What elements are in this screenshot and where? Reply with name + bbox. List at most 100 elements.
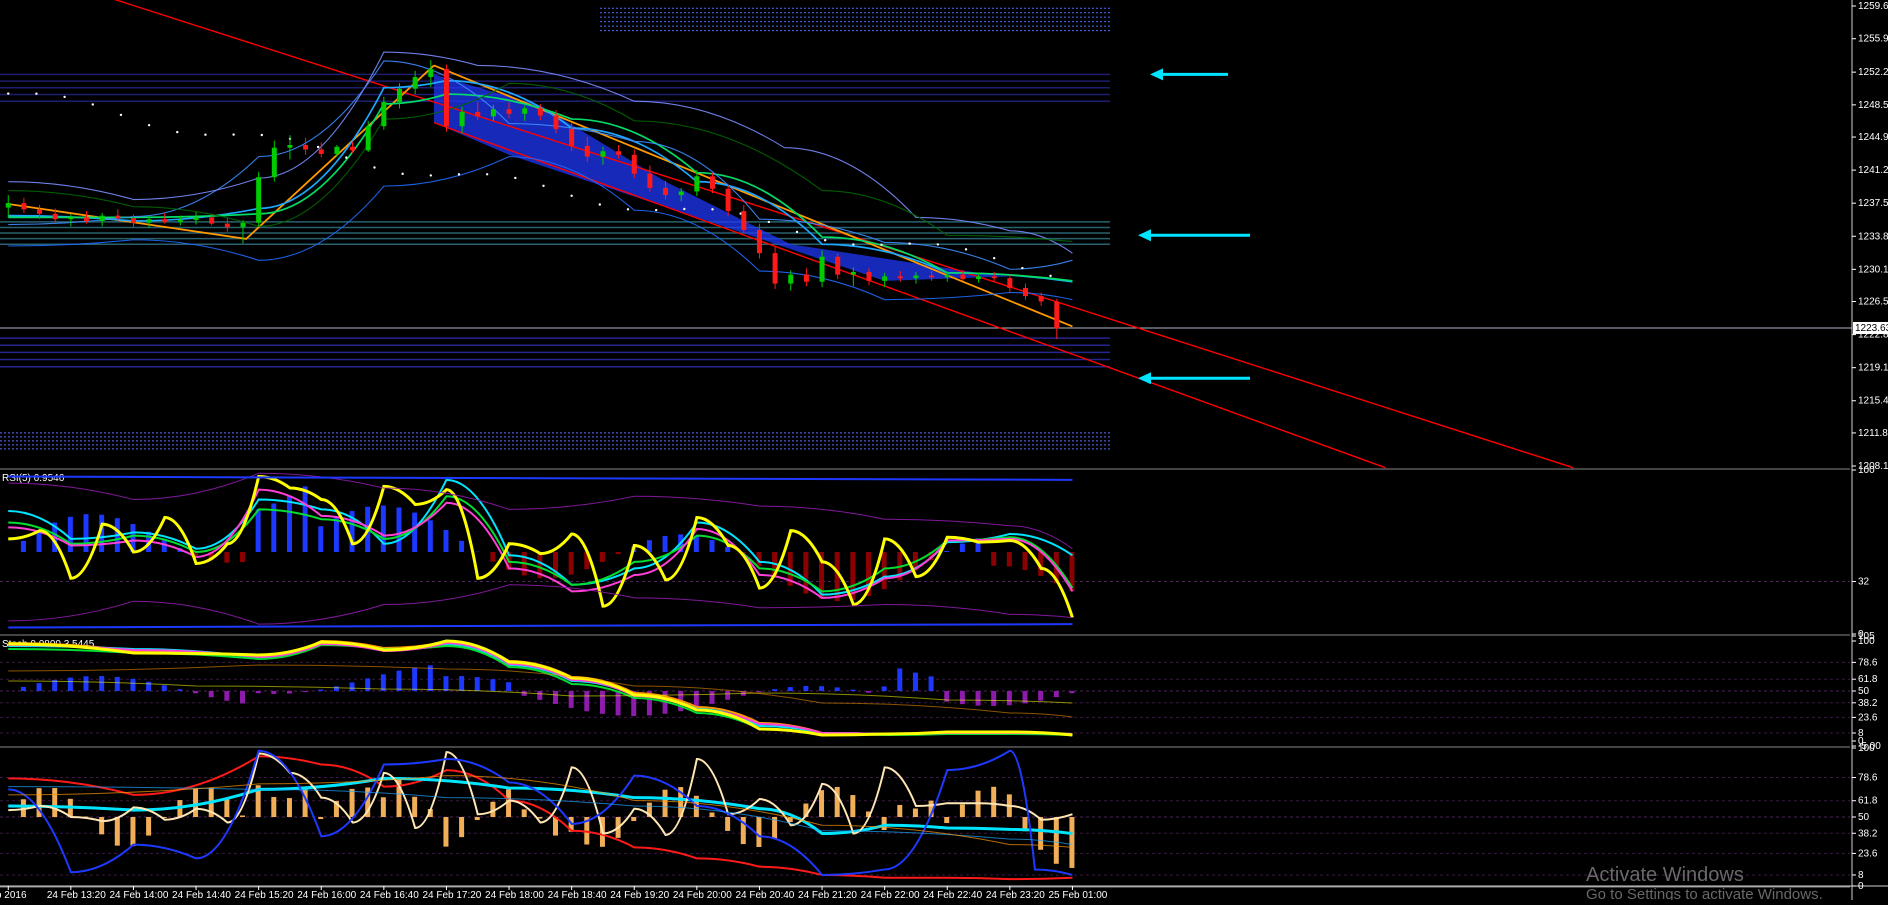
price-axis-label: 1248.59 (1858, 100, 1888, 111)
parabolic-dot (993, 257, 995, 259)
candle-body (131, 218, 136, 222)
candle-body (444, 69, 449, 126)
time-axis-label: 24 Feb 15:20 (235, 890, 294, 900)
histogram-bar (506, 682, 511, 691)
time-axis-label: 24 Feb 20:00 (673, 890, 732, 900)
histogram-bar (663, 790, 668, 817)
current-price-label: 1223.63 (1855, 323, 1888, 334)
parabolic-dot (599, 203, 601, 205)
candle-body (882, 276, 887, 280)
candle-body (898, 276, 903, 278)
subpanel-axis-label: 100 (1858, 465, 1875, 476)
histogram-bar (68, 517, 73, 552)
histogram-bar (303, 486, 308, 552)
time-axis-label: 24 Feb 20:40 (735, 890, 794, 900)
candle-body (147, 219, 152, 223)
histogram-bar (725, 691, 730, 700)
candle-body (913, 276, 918, 279)
histogram-bar (443, 530, 448, 552)
candle-body (804, 275, 809, 282)
candle-body (100, 216, 105, 221)
histogram-bar (428, 665, 433, 691)
histogram-bar (616, 552, 621, 554)
histogram-bar (37, 683, 42, 691)
histogram-bar (569, 552, 574, 575)
candle-body (600, 151, 605, 156)
histogram-bar (819, 686, 824, 691)
candle-body (773, 253, 778, 283)
parabolic-dot (514, 177, 516, 179)
histogram-bar (459, 541, 464, 552)
candle-body (428, 69, 433, 77)
histogram-bar (303, 691, 308, 692)
histogram-bar (616, 691, 621, 715)
candle-body (334, 147, 339, 154)
time-axis-label: 24 Feb 16:40 (360, 890, 419, 900)
parabolic-dot (92, 103, 94, 105)
candle-body (162, 219, 167, 222)
price-axis-label: 1244.99 (1858, 132, 1888, 143)
histogram-bar (960, 804, 965, 817)
candle-body (616, 151, 621, 155)
histogram-bar (412, 668, 417, 691)
subpanel-axis-label: 100 (1858, 743, 1875, 754)
histogram-bar (522, 809, 527, 817)
parabolic-dot (824, 239, 826, 241)
candle-body (256, 177, 261, 223)
histogram-bar (803, 686, 808, 691)
histogram-bar (397, 508, 402, 552)
parabolic-dot (430, 174, 432, 176)
histogram-bar (130, 679, 135, 691)
candle-body (569, 129, 574, 146)
histogram-bar (318, 817, 323, 819)
histogram-bar (725, 547, 730, 552)
histogram-bar (193, 789, 198, 817)
subpanel-axis-label: 32 (1858, 577, 1870, 588)
histogram-bar (443, 676, 448, 691)
histogram-bar (68, 678, 73, 691)
subpanel-axis-label: 38.2 (1858, 828, 1878, 839)
subpanel-axis-label: 8 (1858, 870, 1864, 881)
histogram-bar (365, 678, 370, 691)
parabolic-dot (120, 114, 122, 116)
parabolic-dot (317, 146, 319, 148)
histogram-bar (709, 812, 714, 817)
histogram-bar (412, 797, 417, 817)
price-axis-label: 1211.89 (1858, 428, 1888, 439)
histogram-bar (882, 686, 887, 691)
parabolic-dot (176, 131, 178, 133)
histogram-bar (1069, 817, 1074, 868)
subpanel-axis-label: 61.8 (1858, 796, 1878, 807)
histogram-bar (772, 689, 777, 691)
histogram-bar (882, 817, 887, 830)
price-axis-label: 1219.19 (1858, 363, 1888, 374)
candle-body (507, 109, 512, 113)
histogram-bar (897, 669, 902, 691)
candle-body (319, 149, 324, 153)
candle-body (694, 176, 699, 191)
histogram-bar (115, 677, 120, 691)
histogram-bar (991, 552, 996, 566)
parabolic-dot (7, 92, 9, 94)
histogram-bar (224, 691, 229, 701)
candle-body (115, 216, 120, 219)
candle-body (992, 276, 997, 278)
candle-body (287, 145, 292, 148)
subpanel-axis-label: 0 (1858, 881, 1864, 892)
candle-body (37, 209, 42, 213)
price-axis-label: 1255.99 (1858, 34, 1888, 45)
parabolic-dot (937, 243, 939, 245)
histogram-bar (99, 676, 104, 691)
parabolic-dot (880, 244, 882, 246)
candle-body (741, 211, 746, 230)
histogram-bar (224, 552, 229, 563)
candle-body (632, 155, 637, 174)
candle-body (178, 220, 183, 222)
histogram-bar (1022, 552, 1027, 570)
histogram-bar (835, 687, 840, 691)
histogram-bar (1054, 691, 1059, 697)
candle-body (647, 174, 652, 188)
subpanel-axis-label: 50 (1858, 812, 1870, 823)
histogram-bar (318, 690, 323, 691)
time-axis-label: 24 Feb 22:40 (923, 890, 982, 900)
